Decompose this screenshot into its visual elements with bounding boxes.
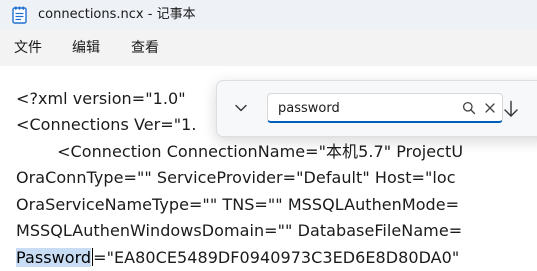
notepad-icon xyxy=(12,6,27,24)
menu-view[interactable]: 查看 xyxy=(131,39,159,57)
search-box xyxy=(267,93,503,123)
editor-line: <Connection ConnectionName="本机5.7" Proje… xyxy=(16,142,464,161)
editor-line: OraServiceNameType="" TNS="" MSSQLAuthen… xyxy=(16,195,460,214)
replace-toggle-button[interactable] xyxy=(231,98,251,118)
close-icon[interactable] xyxy=(483,101,497,115)
menu-edit[interactable]: 编辑 xyxy=(72,39,100,57)
match-line-rest: ="EA80CE5489DF0940973C3ED6E8D80DA0" xyxy=(93,248,460,267)
menu-file[interactable]: 文件 xyxy=(14,39,42,57)
search-icon[interactable] xyxy=(462,101,476,115)
chevron-down-icon xyxy=(235,104,247,112)
editor-line: <Connections Ver="1. xyxy=(16,115,197,134)
find-panel xyxy=(216,80,537,137)
menu-bar: 文件 编辑 查看 xyxy=(0,30,537,66)
search-match-highlight: Password xyxy=(16,248,92,267)
editor-line-match: Password ="EA80CE5489DF0940973C3ED6E8D80D… xyxy=(16,247,459,269)
editor-line: MSSQLAuthenWindowsDomain="" DatabaseFile… xyxy=(16,221,463,240)
title-bar: connections.ncx - 记事本 xyxy=(0,0,537,30)
search-input[interactable] xyxy=(278,98,454,118)
arrow-down-icon xyxy=(504,100,518,117)
editor-line: OraConnType="" ServiceProvider="Default"… xyxy=(16,168,456,187)
find-next-button[interactable] xyxy=(498,96,524,122)
editor-line: <?xml version="1.0" xyxy=(16,89,186,108)
window-title: connections.ncx - 记事本 xyxy=(38,7,196,22)
